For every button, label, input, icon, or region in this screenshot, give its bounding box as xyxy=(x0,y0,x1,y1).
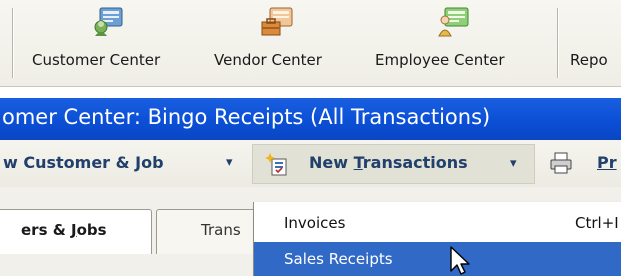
vendor-center-button[interactable]: Vendor Center xyxy=(202,0,366,86)
print-label: Pr xyxy=(597,153,617,172)
employee-center-label: Employee Center xyxy=(375,51,505,69)
menu-item-invoices[interactable]: Invoices Ctrl+I xyxy=(254,206,621,240)
vendor-center-icon xyxy=(261,7,293,36)
chevron-down-icon: ▾ xyxy=(510,156,517,171)
new-transactions-menu: Invoices Ctrl+I Sales Receipts xyxy=(253,202,621,276)
menu-item-sales-receipts[interactable]: Sales Receipts xyxy=(254,242,621,276)
tab-label: ers & Jobs xyxy=(21,221,107,239)
vendor-center-label: Vendor Center xyxy=(214,51,322,69)
icon-toolbar: Customer Center Vendor Center Employee C… xyxy=(0,0,621,87)
new-customer-job-label: w Customer & Job xyxy=(3,153,164,172)
tab-label: Trans xyxy=(201,221,241,239)
mouse-cursor-icon xyxy=(450,246,470,275)
menu-item-shortcut: Ctrl+I xyxy=(575,214,619,232)
window-title-bar: omer Center: Bingo Receipts (All Transac… xyxy=(0,98,621,140)
employee-center-icon xyxy=(438,7,469,37)
menu-item-label: Sales Receipts xyxy=(284,250,393,268)
chevron-down-icon: ▾ xyxy=(226,155,233,170)
new-transactions-label: New Transactions xyxy=(309,153,468,172)
new-customer-job-button[interactable]: w Customer & Job ▾ xyxy=(0,140,245,186)
customer-center-label: Customer Center xyxy=(32,51,161,69)
new-transactions-button[interactable]: New Transactions ▾ xyxy=(252,144,535,184)
toolbar-separator xyxy=(12,8,13,78)
customer-center-button[interactable]: Customer Center xyxy=(14,0,202,86)
customer-center-icon xyxy=(94,7,123,36)
tab-customers-jobs[interactable]: ers & Jobs xyxy=(0,209,152,254)
window-title: omer Center: Bingo Receipts (All Transac… xyxy=(2,105,491,129)
print-button[interactable]: Pr xyxy=(549,140,621,186)
employee-center-button[interactable]: Employee Center xyxy=(366,0,560,86)
new-transactions-icon xyxy=(265,153,287,176)
reports-label: Repo xyxy=(570,51,608,69)
menu-item-label: Invoices xyxy=(284,214,346,232)
toolbar-separator xyxy=(557,8,558,78)
action-toolbar: w Customer & Job ▾ New Transactions ▾ Pr xyxy=(0,140,621,188)
printer-icon xyxy=(550,152,572,174)
reports-button[interactable]: Repo xyxy=(560,0,621,86)
